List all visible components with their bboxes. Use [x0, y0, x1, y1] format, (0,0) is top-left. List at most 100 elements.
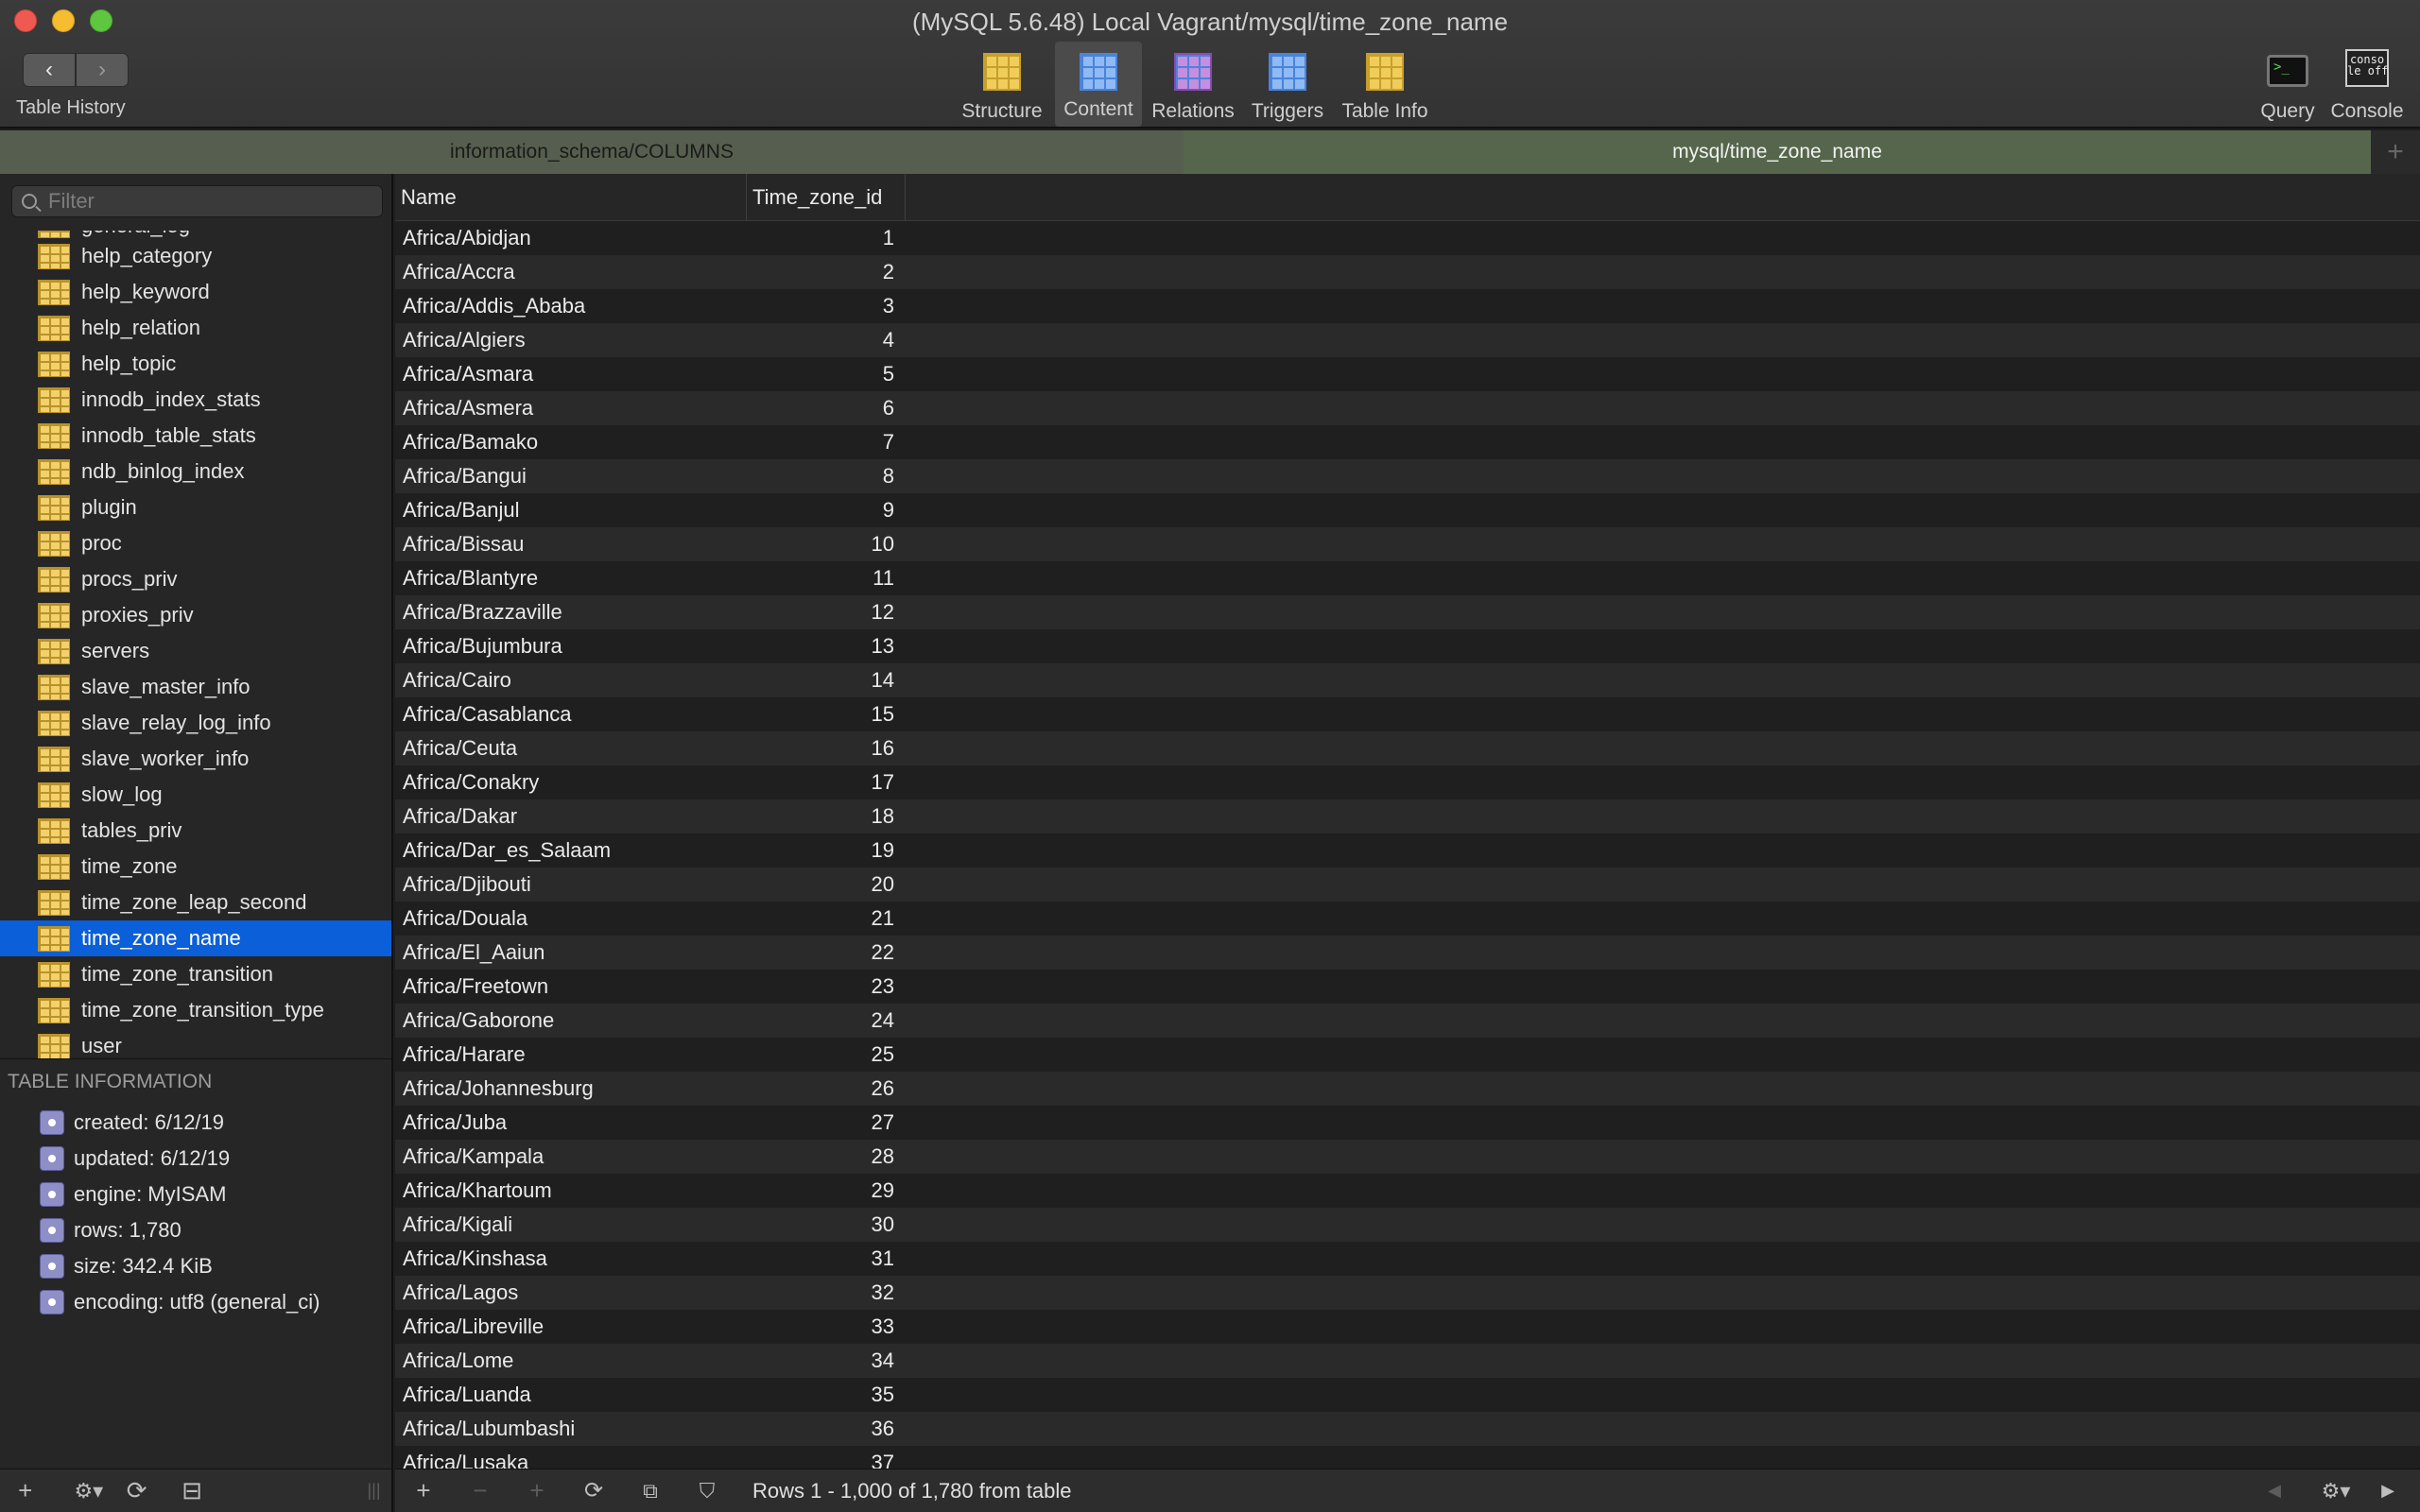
sidebar-item-help-keyword[interactable]: help_keyword [0, 274, 391, 310]
cell-time-zone-id[interactable]: 14 [747, 668, 902, 693]
table-row[interactable]: Africa/Khartoum 29 [395, 1174, 2420, 1208]
new-tab-button[interactable]: + [2371, 130, 2420, 174]
table-row[interactable]: Africa/Lusaka 37 [395, 1446, 2420, 1469]
table-row[interactable]: Africa/Djibouti 20 [395, 868, 2420, 902]
table-row[interactable]: Africa/Freetown 23 [395, 970, 2420, 1004]
table-row[interactable]: Africa/Dar_es_Salaam 19 [395, 833, 2420, 868]
table-row[interactable]: Africa/Bissau 10 [395, 527, 2420, 561]
filter-field[interactable] [11, 185, 383, 217]
cell-time-zone-id[interactable]: 17 [747, 770, 902, 795]
table-row[interactable]: Africa/Abidjan 1 [395, 221, 2420, 255]
relations-tab-button[interactable]: Relations [1148, 47, 1238, 125]
sidebar-item-servers[interactable]: servers [0, 633, 391, 669]
table-row[interactable]: Africa/Harare 25 [395, 1038, 2420, 1072]
sidebar-item-help-relation[interactable]: help_relation [0, 310, 391, 346]
cell-name[interactable]: Africa/Lusaka [395, 1451, 747, 1469]
cell-time-zone-id[interactable]: 28 [747, 1144, 902, 1169]
table-row[interactable]: Africa/Casablanca 15 [395, 697, 2420, 731]
cell-name[interactable]: Africa/Douala [395, 906, 747, 931]
table-actions-gear-button[interactable]: ⚙▾ [59, 1469, 120, 1512]
previous-page-button[interactable]: ◀ [2256, 1469, 2293, 1512]
table-row[interactable]: Africa/Kinshasa 31 [395, 1242, 2420, 1276]
cell-time-zone-id[interactable]: 20 [747, 872, 902, 897]
cell-name[interactable]: Africa/Ceuta [395, 736, 747, 761]
table-list-item[interactable]: general_log [0, 231, 391, 238]
cell-time-zone-id[interactable]: 23 [747, 974, 902, 999]
cell-time-zone-id[interactable]: 18 [747, 804, 902, 829]
column-header-time-zone-id[interactable]: Time_zone_id [747, 174, 906, 221]
cell-time-zone-id[interactable]: 36 [747, 1417, 902, 1441]
cell-time-zone-id[interactable]: 4 [747, 328, 902, 352]
cell-name[interactable]: Africa/Accra [395, 260, 747, 284]
cell-time-zone-id[interactable]: 27 [747, 1110, 902, 1135]
cell-name[interactable]: Africa/Casablanca [395, 702, 747, 727]
history-back-button[interactable]: ‹ [23, 53, 76, 87]
cell-name[interactable]: Africa/Kigali [395, 1212, 747, 1237]
cell-time-zone-id[interactable]: 15 [747, 702, 902, 727]
sidebar-item-time-zone-name[interactable]: time_zone_name [0, 920, 391, 956]
table-row[interactable]: Africa/Lubumbashi 36 [395, 1412, 2420, 1446]
table-row[interactable]: Africa/Accra 2 [395, 255, 2420, 289]
structure-tab-button[interactable]: Structure [957, 47, 1047, 125]
tab-mysql-time-zone-name[interactable]: mysql/time_zone_name [1184, 130, 2371, 174]
sidebar-item-time-zone-leap-second[interactable]: time_zone_leap_second [0, 885, 391, 920]
add-table-button[interactable]: + [0, 1469, 51, 1512]
cell-name[interactable]: Africa/Djibouti [395, 872, 747, 897]
table-row[interactable]: Africa/Conakry 17 [395, 765, 2420, 799]
cell-time-zone-id[interactable]: 21 [747, 906, 902, 931]
cell-name[interactable]: Africa/Dakar [395, 804, 747, 829]
cell-time-zone-id[interactable]: 19 [747, 838, 902, 863]
table-row[interactable]: Africa/Algiers 4 [395, 323, 2420, 357]
table-row[interactable]: Africa/Kigali 30 [395, 1208, 2420, 1242]
cell-time-zone-id[interactable]: 11 [747, 566, 902, 591]
cell-name[interactable]: Africa/Kampala [395, 1144, 747, 1169]
cell-name[interactable]: Africa/Libreville [395, 1314, 747, 1339]
history-forward-button[interactable]: › [76, 53, 129, 87]
cell-name[interactable]: Africa/Dar_es_Salaam [395, 838, 747, 863]
pagination-settings-button[interactable]: ⚙▾ [2303, 1469, 2369, 1512]
next-page-button[interactable]: ▶ [2369, 1469, 2407, 1512]
cell-name[interactable]: Africa/Abidjan [395, 226, 747, 250]
cell-time-zone-id[interactable]: 30 [747, 1212, 902, 1237]
table-row[interactable]: Africa/Luanda 35 [395, 1378, 2420, 1412]
table-row[interactable]: Africa/Bujumbura 13 [395, 629, 2420, 663]
sidebar-item-time-zone[interactable]: time_zone [0, 849, 391, 885]
table-row[interactable]: Africa/Libreville 33 [395, 1310, 2420, 1344]
cell-name[interactable]: Africa/Gaborone [395, 1008, 747, 1033]
sidebar-item-proc[interactable]: proc [0, 525, 391, 561]
sidebar-item-tables-priv[interactable]: tables_priv [0, 813, 391, 849]
cell-time-zone-id[interactable]: 9 [747, 498, 902, 523]
table-row[interactable]: Africa/Johannesburg 26 [395, 1072, 2420, 1106]
filter-input[interactable] [48, 189, 351, 214]
cell-name[interactable]: Africa/Khartoum [395, 1178, 747, 1203]
cell-time-zone-id[interactable]: 16 [747, 736, 902, 761]
cell-time-zone-id[interactable]: 5 [747, 362, 902, 387]
cell-name[interactable]: Africa/Blantyre [395, 566, 747, 591]
sidebar-item-slave-relay-log-info[interactable]: slave_relay_log_info [0, 705, 391, 741]
cell-time-zone-id[interactable]: 37 [747, 1451, 902, 1469]
cell-name[interactable]: Africa/Addis_Ababa [395, 294, 747, 318]
sidebar-item-innodb-table-stats[interactable]: innodb_table_stats [0, 418, 391, 454]
table-row[interactable]: Africa/Kampala 28 [395, 1140, 2420, 1174]
refresh-content-button[interactable]: ⟳ [565, 1469, 622, 1512]
cell-name[interactable]: Africa/Asmara [395, 362, 747, 387]
table-row[interactable]: Africa/Dakar 18 [395, 799, 2420, 833]
sidebar-item-procs-priv[interactable]: procs_priv [0, 561, 391, 597]
cell-name[interactable]: Africa/Brazzaville [395, 600, 747, 625]
cell-name[interactable]: Africa/Asmera [395, 396, 747, 421]
cell-name[interactable]: Africa/Bissau [395, 532, 747, 557]
add-row-button[interactable]: + [395, 1469, 452, 1512]
cell-name[interactable]: Africa/Juba [395, 1110, 747, 1135]
cell-name[interactable]: Africa/Kinshasa [395, 1246, 747, 1271]
cell-name[interactable]: Africa/Bujumbura [395, 634, 747, 659]
table-row[interactable]: Africa/El_Aaiun 22 [395, 936, 2420, 970]
sidebar-item-plugin[interactable]: plugin [0, 490, 391, 525]
cell-name[interactable]: Africa/Lome [395, 1349, 747, 1373]
sidebar-item-help-category[interactable]: help_category [0, 238, 391, 274]
table-info-tab-button[interactable]: Table Info [1335, 47, 1435, 125]
column-header-name[interactable]: Name [395, 174, 747, 221]
cell-time-zone-id[interactable]: 24 [747, 1008, 902, 1033]
export-button[interactable]: ⧉ [622, 1469, 679, 1512]
table-row[interactable]: Africa/Blantyre 11 [395, 561, 2420, 595]
duplicate-row-button[interactable]: + [509, 1469, 565, 1512]
